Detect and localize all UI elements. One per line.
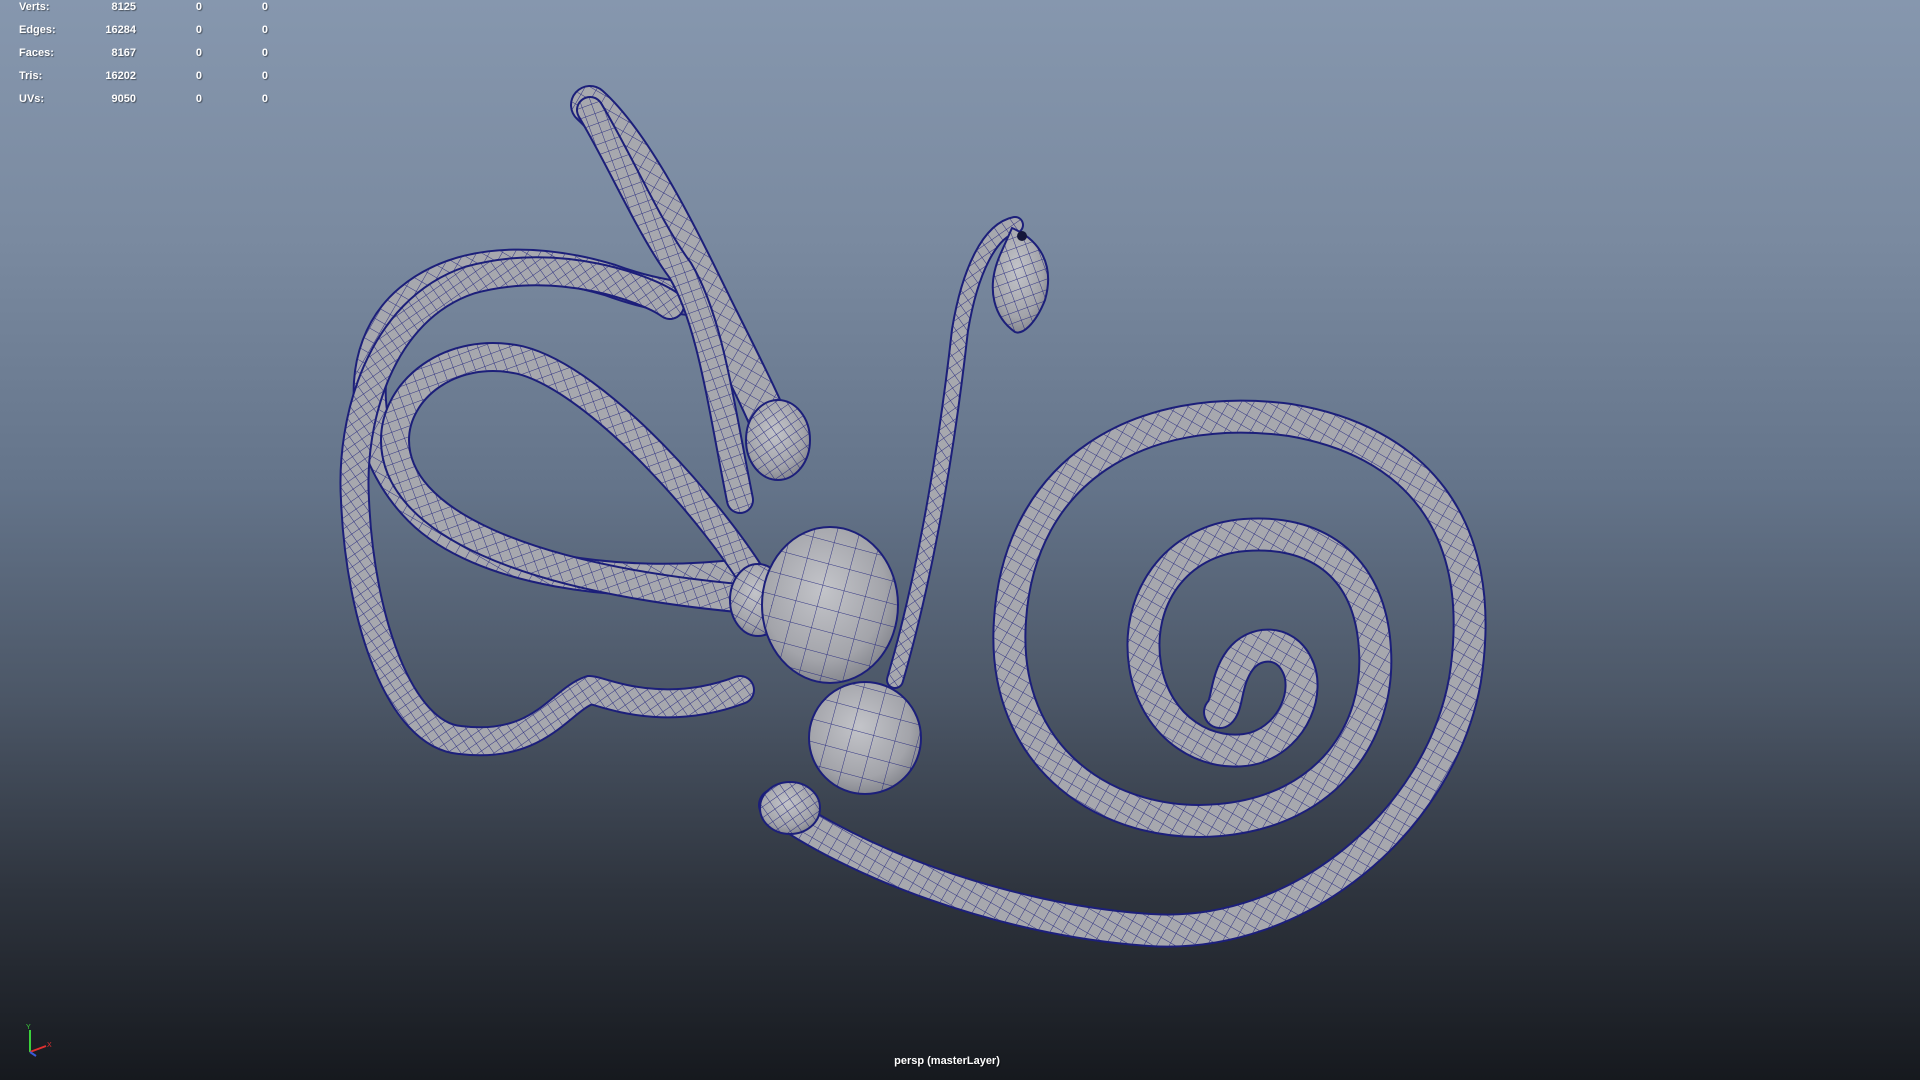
semicircular-canals [339,85,811,757]
vestibule-utricle [761,526,899,684]
3d-viewport[interactable]: Verts: 8125 0 0 Edges: 16284 0 0 Faces: … [0,0,1920,1080]
vestibule-saccule [808,681,922,795]
axis-y-label: Y [26,1024,31,1031]
camera-name-label: persp (masterLayer) [894,1055,1000,1067]
cochlea [758,399,1487,948]
axis-x-label: X [47,1042,52,1049]
axis-gizmo-icon: Y X [26,1024,52,1057]
inner-ear-mesh[interactable] [0,0,1920,1080]
